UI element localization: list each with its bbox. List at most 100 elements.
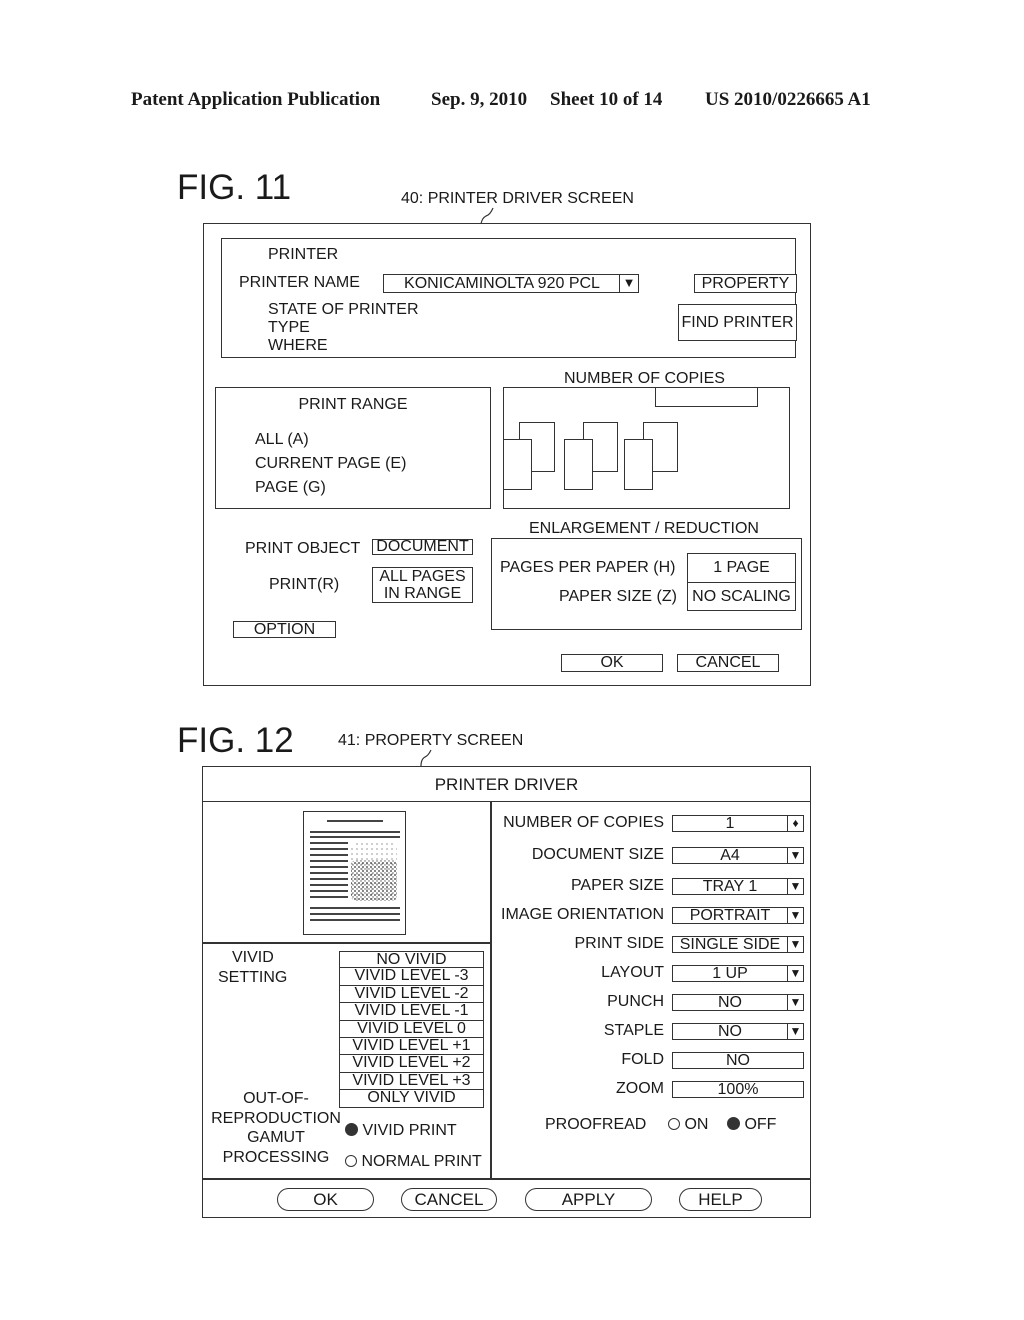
setting-dropdown[interactable]: PORTRAIT ▼: [672, 907, 804, 924]
reference-leader-line: [420, 749, 432, 767]
help-button[interactable]: HELP: [679, 1188, 762, 1211]
spinner-icon[interactable]: ♦: [787, 816, 803, 831]
fig12-label: FIG. 12: [177, 721, 294, 760]
text-line: [327, 820, 383, 822]
normal-print-radio[interactable]: NORMAL PRINT: [345, 1153, 482, 1171]
dropdown-arrow-icon[interactable]: ▼: [787, 937, 803, 952]
dropdown-arrow-icon[interactable]: ▼: [619, 275, 638, 292]
radio-unselected-icon[interactable]: [668, 1118, 680, 1130]
proofread-off-radio[interactable]: OFF: [727, 1116, 776, 1134]
cancel-button[interactable]: CANCEL: [401, 1188, 497, 1211]
setting-dropdown[interactable]: NO ▼: [672, 994, 804, 1011]
range-option-current-page[interactable]: CURRENT PAGE (E): [255, 455, 406, 473]
document-preview: [303, 811, 406, 935]
publication-number: US 2010/0226665 A1: [705, 89, 871, 110]
gamut-label-line2: REPRODUCTION: [211, 1110, 341, 1127]
proofread-on-radio[interactable]: ON: [668, 1116, 708, 1134]
property-screen-title: PRINTER DRIVER: [203, 767, 810, 802]
setting-spinner[interactable]: 1 ♦: [672, 815, 804, 832]
text-line: [310, 831, 400, 833]
vivid-setting-label-line1: VIVID: [232, 949, 274, 966]
radio-selected-icon[interactable]: [727, 1117, 740, 1130]
pages-per-paper-select[interactable]: 1 PAGE: [688, 554, 795, 583]
pages-per-paper-label: PAGES PER PAPER (H): [500, 559, 676, 576]
vivid-option[interactable]: VIVID LEVEL -3: [339, 968, 484, 986]
button-bar-divider: [203, 1178, 810, 1180]
dropdown-arrow-icon[interactable]: ▼: [787, 995, 803, 1010]
setting-value: A4: [720, 847, 740, 864]
normal-print-label: NORMAL PRINT: [361, 1153, 482, 1170]
ok-button[interactable]: OK: [561, 654, 663, 672]
option-button[interactable]: OPTION: [233, 621, 336, 638]
publication-title: Patent Application Publication: [131, 89, 381, 110]
dropdown-arrow-icon[interactable]: ▼: [787, 908, 803, 923]
printer-name-select[interactable]: KONICAMINOLTA 920 PCL ▼: [383, 274, 639, 293]
range-option-all[interactable]: ALL (A): [255, 431, 309, 449]
printer-group: PRINTER PRINTER NAME KONICAMINOLTA 920 P…: [221, 238, 797, 358]
number-of-copies-group: [503, 387, 790, 509]
paper-size-select[interactable]: NO SCALING: [688, 583, 795, 610]
vivid-option[interactable]: VIVID LEVEL -1: [339, 1002, 484, 1021]
text-line: [310, 884, 348, 886]
setting-dropdown[interactable]: SINGLE SIDE ▼: [672, 936, 804, 953]
vivid-option[interactable]: ONLY VIVID: [339, 1089, 484, 1108]
photo-image-icon: [351, 843, 397, 901]
range-option-page[interactable]: PAGE (G): [255, 479, 326, 497]
setting-value: 1 UP: [712, 965, 748, 982]
setting-value: NO: [718, 994, 742, 1011]
vivid-setting-list: NO VIVID VIVID LEVEL -3 VIVID LEVEL -2 V…: [339, 951, 484, 1108]
where-label: WHERE: [268, 337, 328, 354]
print-r-select[interactable]: ALL PAGES IN RANGE: [372, 567, 473, 603]
print-r-value-line1: ALL PAGES: [379, 568, 466, 585]
type-label: TYPE: [268, 319, 310, 336]
dropdown-arrow-icon[interactable]: ▼: [787, 879, 803, 894]
radio-unselected-icon[interactable]: [345, 1155, 357, 1167]
setting-value: PORTRAIT: [689, 907, 771, 924]
page-icon: [503, 439, 532, 490]
vivid-option[interactable]: NO VIVID: [339, 951, 484, 969]
proofread-on-label: ON: [684, 1116, 709, 1133]
vivid-option[interactable]: VIVID LEVEL -2: [339, 985, 484, 1004]
setting-dropdown[interactable]: A4 ▼: [672, 847, 804, 864]
cancel-button[interactable]: CANCEL: [677, 654, 779, 672]
setting-label: DOCUMENT SIZE: [531, 846, 664, 863]
number-of-copies-title: NUMBER OF COPIES: [564, 370, 725, 387]
find-printer-button[interactable]: FIND PRINTER: [678, 304, 797, 341]
text-line: [310, 878, 348, 880]
property-button[interactable]: PROPERTY: [694, 274, 797, 293]
setting-dropdown[interactable]: TRAY 1 ▼: [672, 878, 804, 895]
proofread-off-label: OFF: [744, 1116, 777, 1133]
dropdown-arrow-icon[interactable]: ▼: [787, 1024, 803, 1039]
vivid-option[interactable]: VIVID LEVEL +2: [339, 1055, 484, 1073]
fig12-reference: 41: PROPERTY SCREEN: [338, 732, 524, 749]
setting-label: STAPLE: [603, 1022, 664, 1039]
setting-dropdown[interactable]: NO ▼: [672, 1023, 804, 1040]
gamut-label-line3: GAMUT: [247, 1129, 305, 1146]
gamut-label-line1: OUT-OF-: [243, 1090, 309, 1107]
print-object-select[interactable]: DOCUMENT: [372, 539, 473, 555]
setting-field[interactable]: 100%: [672, 1081, 804, 1098]
print-range-group: PRINT RANGE ALL (A) CURRENT PAGE (E) PAG…: [215, 387, 491, 509]
print-range-title: PRINT RANGE: [298, 396, 408, 413]
vivid-option[interactable]: VIVID LEVEL +3: [339, 1072, 484, 1091]
setting-value: SINGLE SIDE: [679, 936, 781, 953]
fig11-label: FIG. 11: [177, 168, 292, 207]
radio-selected-icon[interactable]: [345, 1123, 358, 1136]
text-line: [310, 919, 400, 921]
copies-input[interactable]: [655, 388, 758, 407]
dropdown-arrow-icon[interactable]: ▼: [787, 966, 803, 981]
vivid-option[interactable]: VIVID LEVEL +1: [339, 1037, 484, 1056]
ok-button[interactable]: OK: [277, 1188, 374, 1211]
fig11-reference: 40: PRINTER DRIVER SCREEN: [401, 190, 634, 207]
vivid-option[interactable]: VIVID LEVEL 0: [339, 1020, 484, 1038]
panel-divider: [490, 802, 492, 1179]
dropdown-arrow-icon[interactable]: ▼: [787, 848, 803, 863]
paper-size-label: PAPER SIZE (Z): [559, 588, 677, 605]
setting-field[interactable]: NO: [672, 1052, 804, 1069]
vivid-print-radio[interactable]: VIVID PRINT: [345, 1122, 457, 1140]
apply-button[interactable]: APPLY: [525, 1188, 652, 1211]
setting-dropdown[interactable]: 1 UP ▼: [672, 965, 804, 982]
setting-label: LAYOUT: [601, 964, 664, 981]
setting-value: NO: [718, 1023, 742, 1040]
setting-label: ZOOM: [616, 1080, 664, 1097]
